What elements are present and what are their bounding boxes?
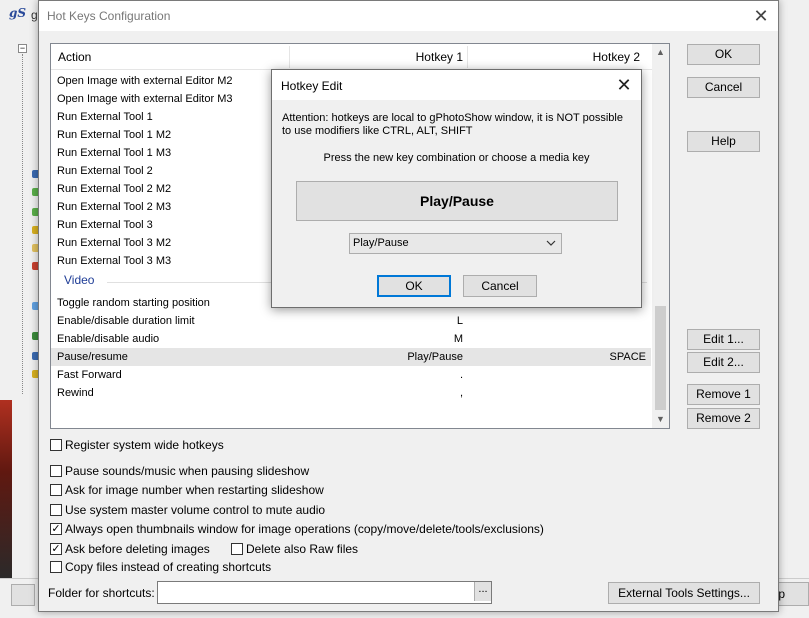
checkbox-box[interactable] — [50, 439, 62, 451]
scroll-thumb[interactable] — [655, 306, 666, 410]
scroll-down-icon[interactable]: ▼ — [652, 411, 669, 428]
column-header-hotkey2[interactable]: Hotkey 2 — [593, 44, 640, 70]
checkbox-box[interactable] — [50, 465, 62, 477]
background-desktop-strip — [0, 400, 12, 580]
list-item[interactable]: Enable/disable audio M — [51, 330, 651, 348]
hotkey1-value: , — [459, 387, 463, 399]
checkbox-label: Copy files instead of creating shortcuts — [65, 560, 272, 574]
dialog-title: Hot Keys Configuration — [47, 9, 171, 23]
list-item[interactable]: Enable/disable duration limit L — [51, 312, 651, 330]
action-label: Run External Tool 3 — [57, 219, 153, 231]
browse-folder-button[interactable]: ... — [474, 582, 491, 601]
remove2-button[interactable]: Remove 2 — [687, 408, 760, 429]
modal-titlebar: Hotkey Edit ✕ — [272, 70, 641, 100]
app-logo: gS — [9, 6, 27, 20]
modal-cancel-button[interactable]: Cancel — [463, 275, 537, 297]
media-key-select[interactable]: Play/Pause — [349, 233, 562, 254]
edit1-button[interactable]: Edit 1... — [687, 329, 760, 350]
action-label: Pause/resume — [57, 351, 128, 363]
modal-ok-button[interactable]: OK — [377, 275, 451, 297]
hotkey-edit-dialog: Hotkey Edit ✕ Attention: hotkeys are loc… — [271, 69, 642, 308]
hotkey1-value: L — [456, 315, 463, 327]
checkbox-box[interactable] — [50, 484, 62, 496]
checkmark-icon[interactable]: ✓ — [50, 523, 62, 535]
help-button[interactable]: Help — [687, 131, 760, 152]
instruction-text: Press the new key combination or choose … — [323, 152, 590, 164]
column-separator — [289, 46, 290, 68]
column-separator — [467, 46, 468, 68]
modal-title: Hotkey Edit — [281, 79, 343, 93]
action-label: Run External Tool 1 — [57, 111, 153, 123]
checkbox-label: Pause sounds/music when pausing slidesho… — [65, 464, 310, 478]
attention-text: Attention: hotkeys are local to gPhotoSh… — [282, 112, 623, 137]
ok-button[interactable]: OK — [687, 44, 760, 65]
checkbox-box[interactable] — [231, 543, 243, 555]
background-open-folder-button[interactable] — [11, 584, 35, 606]
list-item-selected[interactable]: Pause/resume Play/Pause SPACE — [51, 348, 651, 366]
folder-shortcuts-input[interactable] — [157, 581, 492, 604]
checkbox-box[interactable] — [50, 561, 62, 573]
background-tree: − — [14, 40, 40, 400]
app-title-fragment: g — [31, 8, 38, 22]
action-label: Run External Tool 2 M2 — [57, 183, 172, 195]
hotkey2-value: SPACE — [609, 351, 646, 363]
tree-collapse-icon[interactable]: − — [18, 44, 27, 53]
cancel-button[interactable]: Cancel — [687, 77, 760, 98]
action-label: Run External Tool 3 M3 — [57, 255, 172, 267]
action-label: Run External Tool 2 — [57, 165, 153, 177]
external-tools-settings-button[interactable]: External Tools Settings... — [608, 582, 760, 604]
close-icon[interactable]: ✕ — [750, 5, 772, 27]
checkbox-label: Delete also Raw files — [246, 542, 359, 556]
remove1-button[interactable]: Remove 1 — [687, 384, 760, 405]
column-header-hotkey1[interactable]: Hotkey 1 — [416, 44, 463, 70]
checkmark-icon[interactable]: ✓ — [50, 543, 62, 555]
scroll-up-icon[interactable]: ▲ — [652, 44, 669, 61]
checkbox-label: Use system master volume control to mute… — [65, 503, 326, 517]
folder-shortcuts-label: Folder for shortcuts: — [48, 586, 155, 600]
checkbox-label: Always open thumbnails window for image … — [65, 522, 544, 536]
checkbox-label: Ask for image number when restarting sli… — [65, 483, 324, 497]
chevron-down-icon — [546, 234, 556, 260]
list-header: Action Hotkey 1 Hotkey 2 — [51, 44, 652, 70]
select-value: Play/Pause — [353, 237, 409, 249]
action-label: Run External Tool 2 M3 — [57, 201, 172, 213]
group-label: Video — [64, 273, 95, 287]
action-label: Open Image with external Editor M2 — [57, 75, 233, 87]
action-label: Enable/disable duration limit — [57, 315, 195, 327]
hotkey1-value: . — [459, 369, 463, 381]
action-label: Run External Tool 1 M2 — [57, 129, 172, 141]
action-label: Rewind — [57, 387, 94, 399]
close-icon[interactable]: ✕ — [613, 74, 635, 96]
list-item[interactable]: Rewind , — [51, 384, 651, 402]
column-header-action[interactable]: Action — [58, 44, 91, 70]
checkbox-label: Register system wide hotkeys — [65, 438, 224, 452]
tree-line — [22, 54, 23, 394]
hotkey1-value: Play/Pause — [407, 351, 463, 363]
list-scrollbar[interactable]: ▲ ▼ — [652, 44, 669, 428]
dialog-titlebar: Hot Keys Configuration ✕ — [39, 1, 778, 31]
checkbox-label: Ask before deleting images — [65, 542, 210, 556]
action-label: Fast Forward — [57, 369, 122, 381]
action-label: Run External Tool 3 M2 — [57, 237, 172, 249]
hotkey1-value: M — [453, 333, 463, 345]
key-capture-button[interactable]: Play/Pause — [296, 181, 618, 221]
list-item[interactable]: Fast Forward . — [51, 366, 651, 384]
action-label: Toggle random starting position — [57, 297, 210, 309]
action-label: Enable/disable audio — [57, 333, 160, 345]
checkbox-box[interactable] — [50, 504, 62, 516]
edit2-button[interactable]: Edit 2... — [687, 352, 760, 373]
action-label: Open Image with external Editor M3 — [57, 93, 233, 105]
action-label: Run External Tool 1 M3 — [57, 147, 172, 159]
